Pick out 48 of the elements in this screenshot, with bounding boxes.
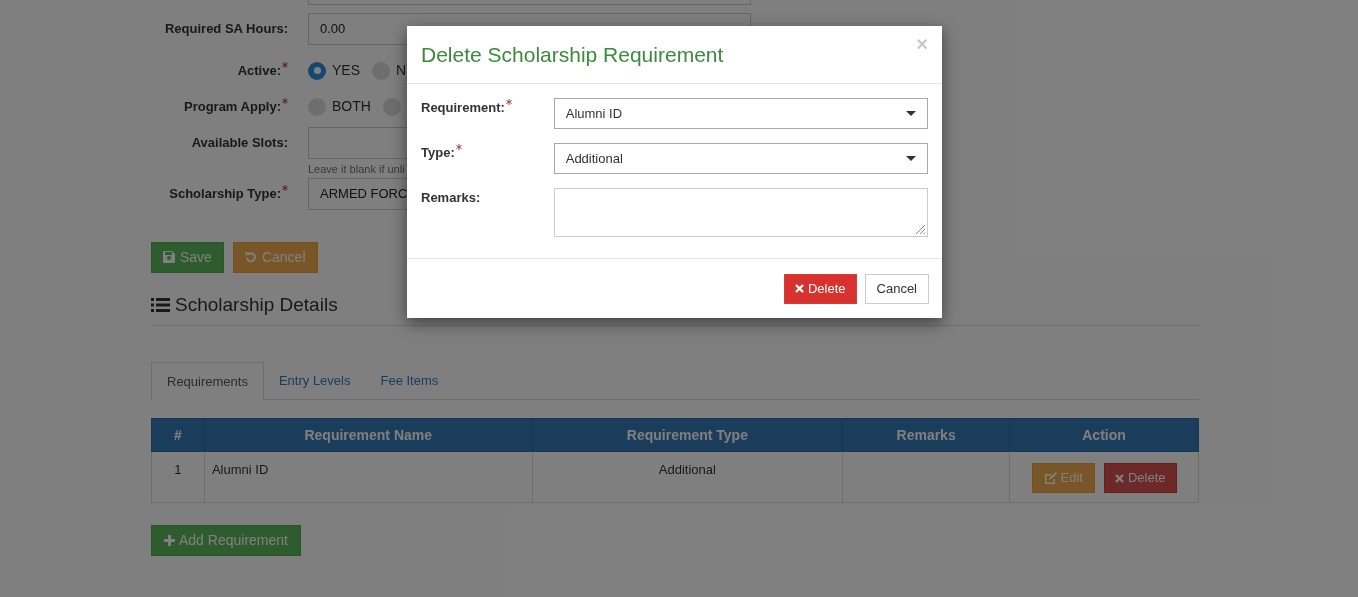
undo-icon [244,251,257,263]
field-label: Program Apply: [151,91,308,117]
add-requirement-button[interactable]: Add Requirement [151,525,301,556]
save-button[interactable]: Save [151,241,224,273]
table-cell: Alumni ID [204,451,533,503]
section-title: Scholarship Details [175,292,338,317]
close-icon [1114,473,1124,483]
delete-button[interactable]: Delete [783,273,857,304]
column-header: Action [1009,418,1199,452]
radio-label: N [396,61,407,80]
table-cell: Additional [532,451,843,503]
plus-icon [164,535,175,546]
caret-icon [906,156,916,161]
close-button[interactable]: × [916,34,928,54]
tab[interactable]: Entry Levels [263,362,366,400]
field-label: Scholarship Type: [151,177,308,203]
floppy-icon [163,251,175,263]
resize-handle-icon[interactable] [914,223,926,235]
cancel-button[interactable]: Cancel [864,273,929,304]
modal-title: Delete Scholarship Requirement [421,41,724,68]
field-label: Type: [421,143,554,163]
caret-icon [906,111,916,116]
select-field[interactable]: Additional [553,143,928,174]
column-header: Remarks [842,418,1010,452]
field-label: Required SA Hours: [163,20,289,38]
tab[interactable]: Fee Items [365,362,454,400]
radio-label: YES [332,61,360,80]
help-text: Leave it blank if unli [308,162,406,177]
column-header: Requirement Type [532,418,843,452]
radio-label: BOTH [332,97,371,116]
close-icon [794,284,804,293]
column-header: # [151,418,205,452]
select-field[interactable]: Alumni ID [553,98,928,129]
delete-button[interactable]: Delete [1103,463,1177,493]
table-cell: 1 [151,451,205,503]
column-header: Requirement Name [204,418,533,452]
cancel-button[interactable]: Cancel [232,241,318,273]
edit-icon [1043,472,1057,484]
field-label: Active: [151,55,308,81]
field-label: Available Slots: [190,134,289,152]
tab[interactable]: Requirements [151,362,264,401]
field-label: Requirement: [421,98,554,118]
list-icon [151,296,170,313]
text-area[interactable] [553,188,928,237]
radio-button[interactable] [308,61,326,80]
field-label: Remarks: [421,189,482,207]
edit-button[interactable]: Edit [1031,463,1095,493]
radio-button[interactable] [382,97,401,116]
